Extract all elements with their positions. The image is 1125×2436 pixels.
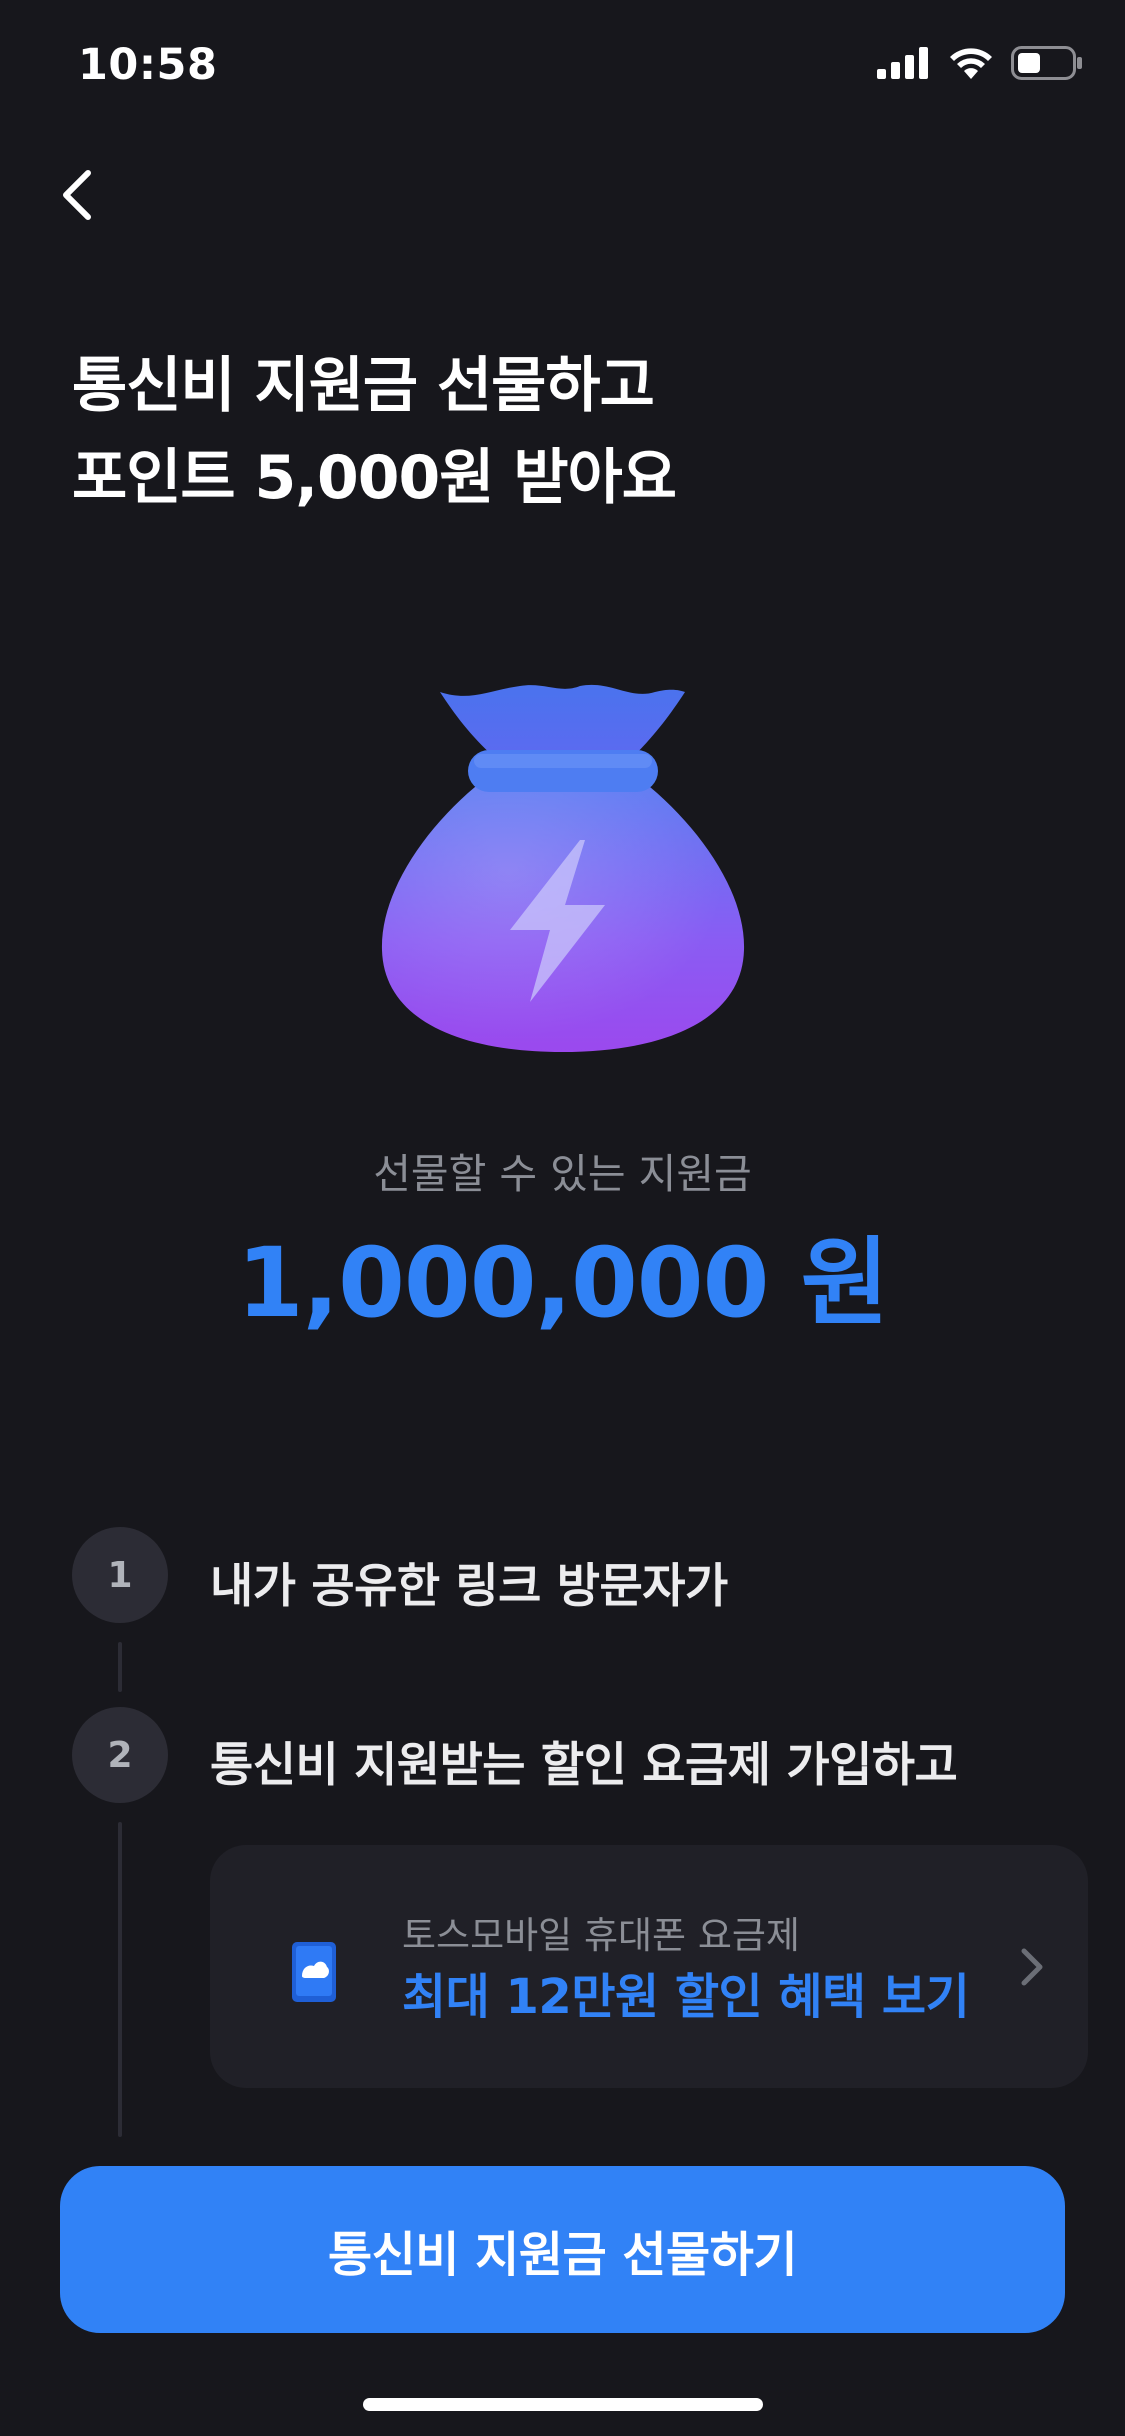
step-1-badge: 1 xyxy=(72,1527,168,1623)
page-title: 통신비 지원금 선물하고 포인트 5,000원 받아요 xyxy=(72,340,677,524)
gift-subsidy-button[interactable]: 통신비 지원금 선물하기 xyxy=(60,2166,1065,2333)
step-connector xyxy=(118,1642,122,1692)
money-bag-icon xyxy=(381,684,745,1052)
headline-line-2: 포인트 5,000원 받아요 xyxy=(72,443,677,513)
battery-icon xyxy=(1011,46,1082,80)
status-time: 10:58 xyxy=(78,40,218,90)
wifi-icon xyxy=(950,48,992,79)
amount-label: 선물할 수 있는 지원금 xyxy=(373,1150,752,1198)
amount-value: 1,000,000 원 xyxy=(236,1227,889,1339)
plan-card-title: 토스모바일 휴대폰 요금제 xyxy=(402,1914,800,1957)
plan-card-subtitle: 최대 12만원 할인 혜택 보기 xyxy=(402,1969,970,2025)
status-icons xyxy=(877,46,1083,80)
home-indicator[interactable] xyxy=(363,2398,763,2411)
step-2-badge: 2 xyxy=(72,1707,168,1803)
step-connector-long xyxy=(118,1822,122,2137)
signal-icon xyxy=(877,47,928,79)
phone-plan-icon xyxy=(292,1942,336,2002)
chevron-right-icon xyxy=(1021,1948,1043,1986)
back-chevron-icon[interactable] xyxy=(50,165,110,225)
plan-card[interactable]: 토스모바일 휴대폰 요금제 최대 12만원 할인 혜택 보기 xyxy=(210,1845,1088,2088)
step-1-text: 내가 공유한 링크 방문자가 xyxy=(210,1559,728,1614)
headline-line-1: 통신비 지원금 선물하고 xyxy=(72,351,655,421)
step-2-text: 통신비 지원받는 할인 요금제 가입하고 xyxy=(210,1738,958,1793)
